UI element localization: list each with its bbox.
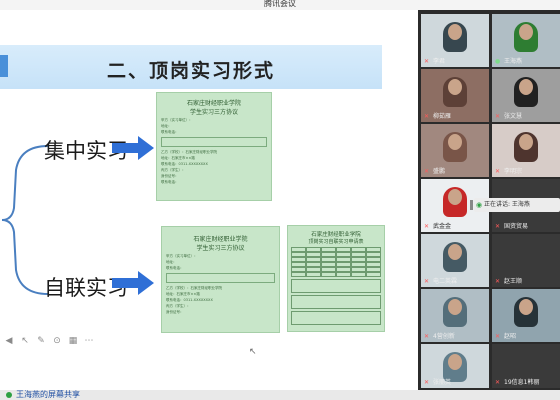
- participant-name: 张丽英: [433, 379, 452, 386]
- participant-tile[interactable]: ● 王海燕: [492, 14, 560, 67]
- back-icon[interactable]: ◀: [4, 336, 14, 346]
- participant-tile[interactable]: ✕ 张文慧: [492, 69, 560, 122]
- doc-subtitle: 顶岗实习自联实习申请表: [308, 239, 364, 245]
- participant-name: 赵王顺: [504, 278, 523, 285]
- participant-tile[interactable]: ✕ 李君: [421, 14, 489, 67]
- mic-muted-icon: ✕: [495, 113, 501, 120]
- participant-name: 李明宗: [504, 168, 523, 175]
- doc-line: 联系电话：: [161, 180, 179, 184]
- speaking-indicator: ◉ 正在讲话: 王海燕: [470, 198, 560, 212]
- zoom-icon[interactable]: ⊙: [52, 336, 62, 346]
- mic-muted-icon: ✕: [495, 223, 501, 230]
- participant-name: 王海燕: [504, 58, 523, 65]
- agreement-doc-2: 石家庄财经职业学院 学生实习三方协议 甲方（实习单位）： 地址： 联系电话： 乙…: [161, 226, 280, 333]
- doc-title: 石家庄财经职业学院: [193, 236, 248, 243]
- doc-box: [161, 137, 267, 147]
- participant-name: 柳茹雁: [433, 113, 452, 120]
- screen-share-icon: [6, 392, 12, 398]
- share-status-text[interactable]: 王海燕的屏幕共享: [16, 390, 80, 400]
- participant-tile[interactable]: ✕ 赵王顺: [492, 234, 560, 287]
- drag-handle-icon[interactable]: [470, 200, 473, 210]
- speaking-text: 正在讲话: 王海燕: [484, 201, 530, 208]
- mouse-cursor-icon: ↖: [249, 347, 257, 357]
- slide-title: 二、顶岗实习形式: [106, 60, 275, 82]
- pointer-icon[interactable]: ↖: [20, 336, 30, 346]
- application-form-doc: 石家庄财经职业学院 顶岗实习自联实习申请表: [287, 225, 385, 332]
- participant-tile[interactable]: ✕ 柳茹雁: [421, 69, 489, 122]
- window-title: 腾讯会议: [264, 0, 296, 8]
- participant-name: 李君: [433, 58, 446, 65]
- share-status-bar: 王海燕的屏幕共享: [0, 390, 560, 400]
- pen-icon[interactable]: ✎: [36, 336, 46, 346]
- mic-muted-icon: ✕: [424, 113, 430, 120]
- speaker-icon: ◉: [476, 201, 483, 209]
- participant-tile[interactable]: ✕ 盛鹏: [421, 124, 489, 177]
- participant-tile[interactable]: ✕ 李明宗: [492, 124, 560, 177]
- participant-name: 4营创新: [433, 333, 455, 340]
- doc-subtitle: 学生实习三方协议: [196, 245, 245, 252]
- more-icon[interactable]: ⋯: [84, 336, 94, 346]
- form-grid: [291, 247, 381, 277]
- mic-muted-icon: ✕: [495, 278, 501, 285]
- participant-tile[interactable]: ✕ 19信息1韩丽: [492, 344, 560, 388]
- participant-tile[interactable]: ✕ 4营创新: [421, 289, 489, 342]
- doc-line: 身份证号：: [166, 310, 184, 314]
- doc-line: 联系电话：: [166, 266, 184, 270]
- form-section: [291, 279, 381, 293]
- mic-muted-icon: ✕: [424, 278, 430, 285]
- doc-line: 联系电话：: [161, 130, 179, 134]
- mic-muted-icon: ✕: [495, 168, 501, 175]
- form-section: [291, 311, 381, 325]
- mic-muted-icon: ✕: [424, 333, 430, 340]
- doc-subtitle: 学生实习三方协议: [189, 109, 238, 116]
- participant-name: 19信息1韩丽: [504, 379, 540, 386]
- arrow-right-icon: [112, 271, 154, 295]
- doc-title: 石家庄财经职业学院: [186, 100, 241, 107]
- mic-muted-icon: ✕: [424, 379, 430, 386]
- mic-muted-icon: ✕: [495, 333, 501, 340]
- participant-name: 国资贸易: [504, 223, 529, 230]
- participant-name: 赵昭: [504, 333, 517, 340]
- participant-name: 张文慧: [504, 113, 523, 120]
- agreement-doc-1: 石家庄财经职业学院 学生实习三方协议 甲方（实习单位）： 地址： 联系电话： 乙…: [156, 92, 272, 201]
- mic-on-icon: ●: [495, 58, 501, 65]
- slide-toolbar: ◀ ↖ ✎ ⊙ ▦ ⋯: [4, 336, 94, 346]
- doc-box: [166, 273, 275, 283]
- mic-muted-icon: ✕: [424, 58, 430, 65]
- mic-muted-icon: ✕: [424, 223, 430, 230]
- participant-tile[interactable]: ✕ 张丽英: [421, 344, 489, 388]
- participant-tile[interactable]: ✕ 电二英霖: [421, 234, 489, 287]
- participant-name: 盛鹏: [433, 168, 446, 175]
- mic-muted-icon: ✕: [495, 379, 501, 386]
- participant-name: 武金金: [433, 223, 452, 230]
- grid-icon[interactable]: ▦: [68, 336, 78, 346]
- arrow-right-icon: [112, 136, 154, 160]
- mic-muted-icon: ✕: [424, 168, 430, 175]
- participant-name: 电二英霖: [433, 278, 458, 285]
- form-section: [291, 295, 381, 309]
- participant-tile[interactable]: ✕ 赵昭: [492, 289, 560, 342]
- window-titlebar: 腾讯会议: [0, 0, 560, 10]
- doc-title: 石家庄财经职业学院: [311, 232, 361, 238]
